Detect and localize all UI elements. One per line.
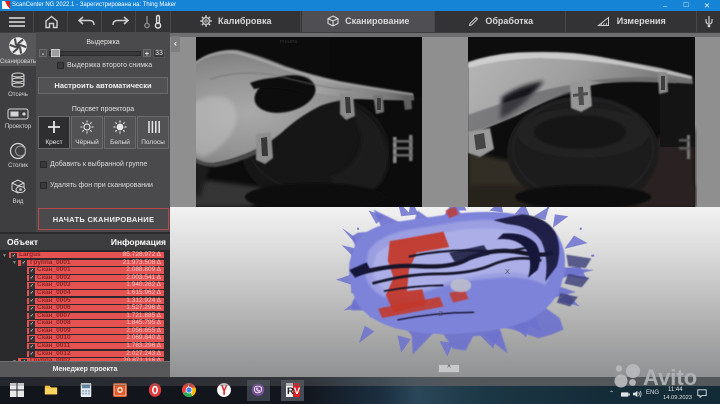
svg-text:X: X (505, 267, 510, 276)
svg-text:PHILIPS: PHILIPS (280, 39, 297, 44)
svg-text:Z: Z (439, 311, 443, 318)
